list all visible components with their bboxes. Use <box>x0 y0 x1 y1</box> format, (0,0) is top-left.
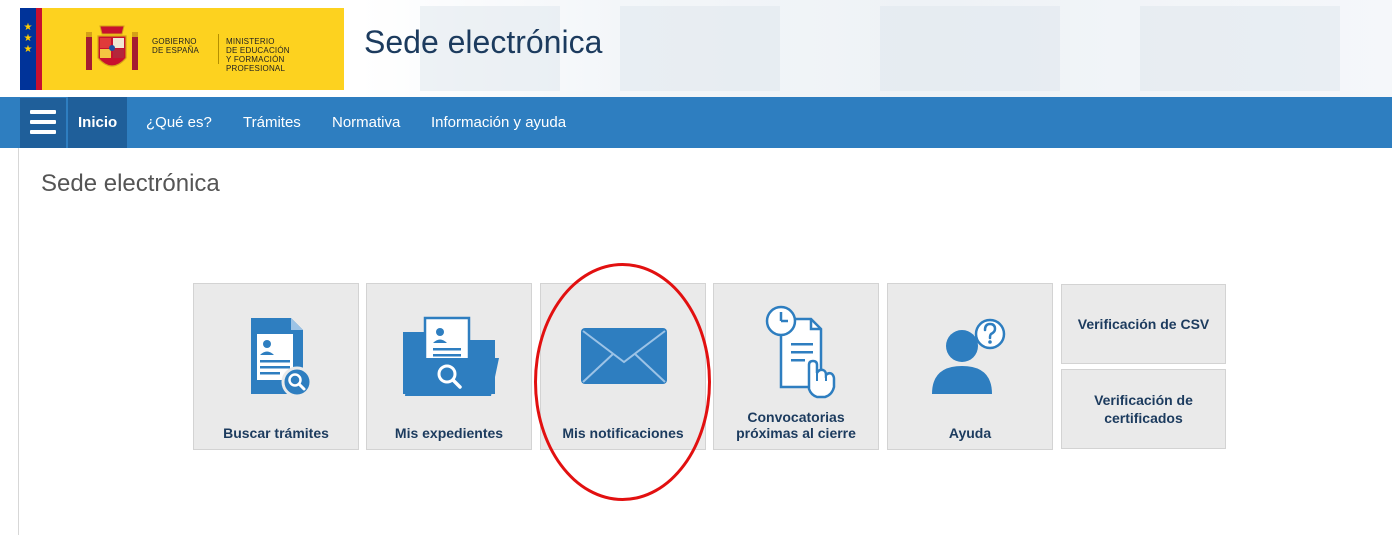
tile-label: Verificación de CSV <box>1077 316 1210 332</box>
tile-buscar-tramites[interactable]: Buscar trámites <box>193 283 359 450</box>
government-logo[interactable]: ★ ★ ★ GOBIERNO DE ESPAÑA MINISTERIO DE E… <box>20 8 344 90</box>
government-name: GOBIERNO DE ESPAÑA <box>152 37 199 55</box>
tile-mis-notificaciones[interactable]: Mis notificaciones <box>540 283 706 450</box>
document-search-icon <box>251 318 313 398</box>
user-help-icon <box>932 318 1006 394</box>
tile-label: Mis notificaciones <box>562 425 684 441</box>
tile-label: Convocatorias próximas al cierre <box>736 409 856 441</box>
logo-yellow-panel: GOBIERNO DE ESPAÑA MINISTERIO DE EDUCACI… <box>42 8 344 90</box>
tile-convocatorias-proximas[interactable]: Convocatorias próximas al cierre <box>713 283 879 450</box>
eu-flag-stripe: ★ ★ ★ <box>20 8 42 90</box>
tile-label: Ayuda <box>948 425 992 441</box>
content-left-border <box>18 148 19 535</box>
tile-verificacion-certificados[interactable]: Verificación de certificados <box>1061 369 1226 449</box>
logo-divider <box>218 34 219 64</box>
nav-item-informacion-ayuda[interactable]: Información y ayuda <box>421 97 576 148</box>
nav-item-tramites[interactable]: Trámites <box>233 97 311 148</box>
folder-search-icon <box>403 316 499 396</box>
tile-mis-expedientes[interactable]: Mis expedientes <box>366 283 532 450</box>
tile-label: Verificación de certificados <box>1094 392 1193 426</box>
nav-item-que-es[interactable]: ¿Qué es? <box>136 97 222 148</box>
ministry-name: MINISTERIO DE EDUCACIÓN Y FORMACIÓN PROF… <box>226 37 290 73</box>
tile-label: Buscar trámites <box>223 425 329 441</box>
tile-verificacion-csv[interactable]: Verificación de CSV <box>1061 284 1226 364</box>
page-title: Sede electrónica <box>41 170 220 197</box>
nav-item-normativa[interactable]: Normativa <box>322 97 410 148</box>
tile-ayuda[interactable]: Ayuda <box>887 283 1053 450</box>
site-title[interactable]: Sede electrónica <box>364 24 602 61</box>
clock-document-hand-icon <box>765 305 836 399</box>
nav-item-inicio[interactable]: Inicio <box>68 97 128 148</box>
tile-label: Mis expedientes <box>394 425 504 441</box>
site-header: ★ ★ ★ GOBIERNO DE ESPAÑA MINISTERIO DE E… <box>0 0 1392 97</box>
coat-of-arms-icon <box>86 25 138 70</box>
menu-icon[interactable] <box>20 98 66 148</box>
envelope-icon <box>581 328 667 384</box>
